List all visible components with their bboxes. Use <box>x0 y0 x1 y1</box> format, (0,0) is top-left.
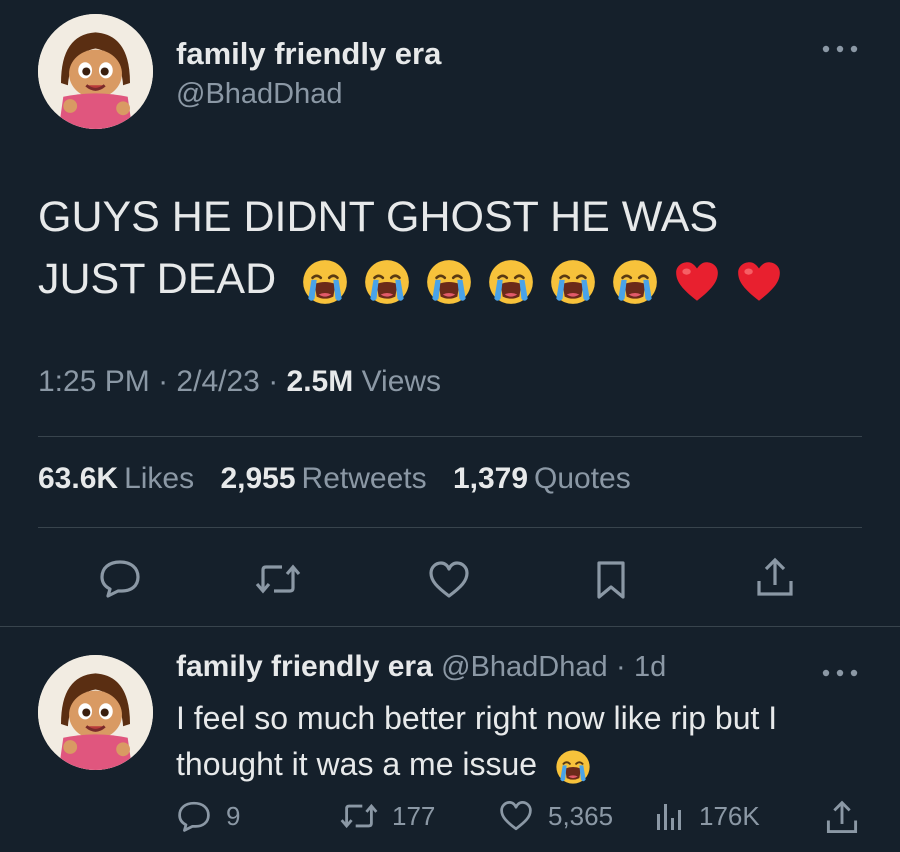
heart-icon <box>429 561 469 598</box>
reply-author-name[interactable]: family friendly era <box>176 650 433 683</box>
reply-view-count: 176K <box>699 800 760 831</box>
retweets-count[interactable]: 2,955 <box>220 462 295 495</box>
red-heart-emoji <box>672 257 722 307</box>
views-chart-icon <box>657 804 681 830</box>
quotes-label[interactable]: Quotes <box>534 462 631 495</box>
tweet-meta: 1:25 PM · 2/4/23 · 2.5M Views <box>38 365 441 399</box>
reply-icon <box>178 801 210 832</box>
tweet-text-line-2: JUST DEAD <box>38 248 858 310</box>
loudly-crying-face-emoji <box>424 257 474 307</box>
divider <box>38 527 862 528</box>
tweet-text: GUYS HE DIDNT GHOST HE WAS JUST DEAD <box>38 186 858 310</box>
loudly-crying-face-emoji <box>362 257 412 307</box>
reply-button[interactable] <box>98 558 142 598</box>
reply-text: I feel so much better right now like rip… <box>176 695 856 787</box>
reply-retweet-button[interactable]: 177 <box>340 800 435 832</box>
share-icon <box>757 557 793 596</box>
reply-share-button[interactable] <box>825 800 873 836</box>
loudly-crying-face-emoji <box>300 257 350 307</box>
reply-reply-button[interactable]: 9 <box>176 800 240 832</box>
more-options-icon[interactable] <box>820 36 860 56</box>
views-count: 2.5M <box>286 365 354 398</box>
tweet-time[interactable]: 1:25 PM <box>38 365 150 398</box>
reply-text-line-2: thought it was a me issue <box>176 741 856 787</box>
tweet-date[interactable]: 2/4/23 <box>176 365 259 398</box>
retweet-icon <box>340 803 378 829</box>
share-button[interactable] <box>755 557 795 599</box>
share-icon <box>826 800 858 834</box>
reply-header: family friendly era @BhadDhad · 1d <box>176 650 666 684</box>
author-name[interactable]: family friendly era <box>176 36 441 72</box>
tweet-text-line-1: GUYS HE DIDNT GHOST HE WAS <box>38 193 719 241</box>
heart-icon <box>500 801 532 831</box>
reply-dot: · <box>615 651 626 683</box>
author-avatar[interactable] <box>38 14 153 129</box>
crying-emoji <box>554 748 592 786</box>
reply-like-button[interactable]: 5,365 <box>498 800 613 832</box>
avatar-image <box>38 655 153 770</box>
retweets-label[interactable]: Retweets <box>302 462 427 495</box>
reply-views-button[interactable]: 176K <box>655 800 760 832</box>
reply-age[interactable]: 1d <box>634 651 666 683</box>
meta-dot: · <box>158 365 169 398</box>
loudly-crying-face-emoji <box>548 257 598 307</box>
tweet-text-line-2-text: JUST DEAD <box>38 255 277 303</box>
emoji-row <box>288 255 784 304</box>
loudly-crying-face-emoji <box>610 257 660 307</box>
reply-text-line-2-text: thought it was a me issue <box>176 746 538 782</box>
tweet-separator <box>0 626 900 627</box>
reply-icon <box>100 560 140 598</box>
retweet-icon <box>255 564 301 594</box>
tweet-stats: 63.6K Likes 2,955 Retweets 1,379 Quotes <box>38 462 631 496</box>
reply-author-handle[interactable]: @BhadDhad <box>441 651 608 683</box>
reply-like-count: 5,365 <box>548 800 614 831</box>
reply-text-line-1: I feel so much better right now like rip… <box>176 700 778 736</box>
quotes-count[interactable]: 1,379 <box>453 462 528 495</box>
reply-reply-count: 9 <box>226 800 241 831</box>
likes-count[interactable]: 63.6K <box>38 462 118 495</box>
views-label: Views <box>361 365 442 398</box>
red-heart-emoji <box>734 257 784 307</box>
like-button[interactable] <box>427 560 471 600</box>
avatar-image <box>38 14 153 129</box>
retweet-button[interactable] <box>255 560 301 598</box>
bookmark-button[interactable] <box>595 560 627 600</box>
bookmark-icon <box>597 561 625 599</box>
meta-dot: · <box>268 365 279 398</box>
reply-retweet-count: 177 <box>392 800 436 831</box>
reply-more-options-icon[interactable] <box>820 660 860 680</box>
divider <box>38 436 862 437</box>
author-handle[interactable]: @BhadDhad <box>176 78 343 111</box>
reply-author-avatar[interactable] <box>38 655 153 770</box>
likes-label[interactable]: Likes <box>124 462 194 495</box>
loudly-crying-face-emoji <box>486 257 536 307</box>
